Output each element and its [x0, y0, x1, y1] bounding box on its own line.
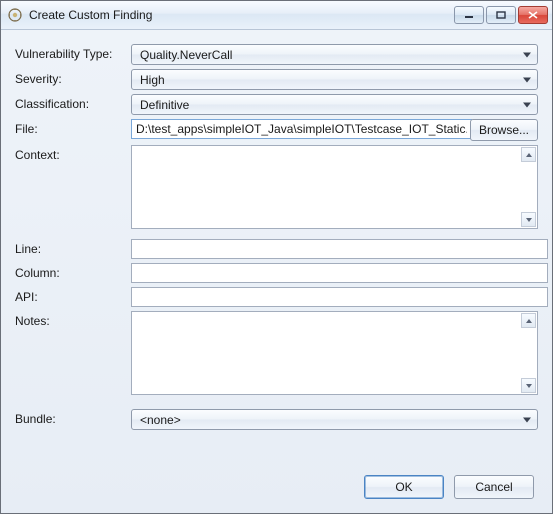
app-icon [7, 7, 23, 23]
titlebar: Create Custom Finding [1, 1, 552, 30]
scroll-up-icon[interactable] [521, 313, 536, 328]
bundle-label: Bundle: [15, 409, 125, 430]
notes-textarea[interactable] [131, 311, 538, 395]
maximize-button[interactable] [486, 6, 516, 24]
column-input[interactable] [131, 263, 548, 283]
dialog-footer: OK Cancel [15, 465, 538, 503]
context-textarea[interactable] [131, 145, 538, 229]
severity-value: High [140, 73, 165, 87]
browse-button[interactable]: Browse... [470, 119, 538, 141]
scroll-down-icon[interactable] [521, 378, 536, 393]
bundle-combo[interactable]: <none> [131, 409, 538, 430]
notes-label: Notes: [15, 311, 125, 395]
dialog-window: Create Custom Finding Vulnerability Type… [0, 0, 553, 514]
chevron-down-icon [523, 52, 531, 57]
severity-combo[interactable]: High [131, 69, 538, 90]
vuln-type-label: Vulnerability Type: [15, 44, 125, 65]
classification-value: Definitive [140, 98, 189, 112]
line-label: Line: [15, 239, 125, 259]
maximize-icon [496, 11, 506, 19]
vuln-type-combo[interactable]: Quality.NeverCall [131, 44, 538, 65]
minimize-button[interactable] [454, 6, 484, 24]
severity-label: Severity: [15, 69, 125, 90]
column-label: Column: [15, 263, 125, 283]
cancel-button[interactable]: Cancel [454, 475, 534, 499]
file-input[interactable] [131, 119, 472, 139]
context-label: Context: [15, 145, 125, 229]
close-button[interactable] [518, 6, 548, 24]
minimize-icon [464, 11, 474, 19]
classification-combo[interactable]: Definitive [131, 94, 538, 115]
ok-button[interactable]: OK [364, 475, 444, 499]
dialog-body: Vulnerability Type: Quality.NeverCall Se… [1, 30, 552, 513]
line-input[interactable] [131, 239, 548, 259]
chevron-down-icon [523, 102, 531, 107]
bundle-value: <none> [140, 413, 181, 427]
classification-label: Classification: [15, 94, 125, 115]
form: Vulnerability Type: Quality.NeverCall Se… [15, 44, 538, 465]
chevron-down-icon [523, 77, 531, 82]
chevron-down-icon [523, 417, 531, 422]
vuln-type-value: Quality.NeverCall [140, 48, 232, 62]
scroll-up-icon[interactable] [521, 147, 536, 162]
api-label: API: [15, 287, 125, 307]
file-label: File: [15, 119, 125, 141]
api-input[interactable] [131, 287, 548, 307]
window-controls [454, 6, 548, 24]
close-icon [528, 11, 538, 19]
window-title: Create Custom Finding [29, 8, 454, 22]
scroll-down-icon[interactable] [521, 212, 536, 227]
